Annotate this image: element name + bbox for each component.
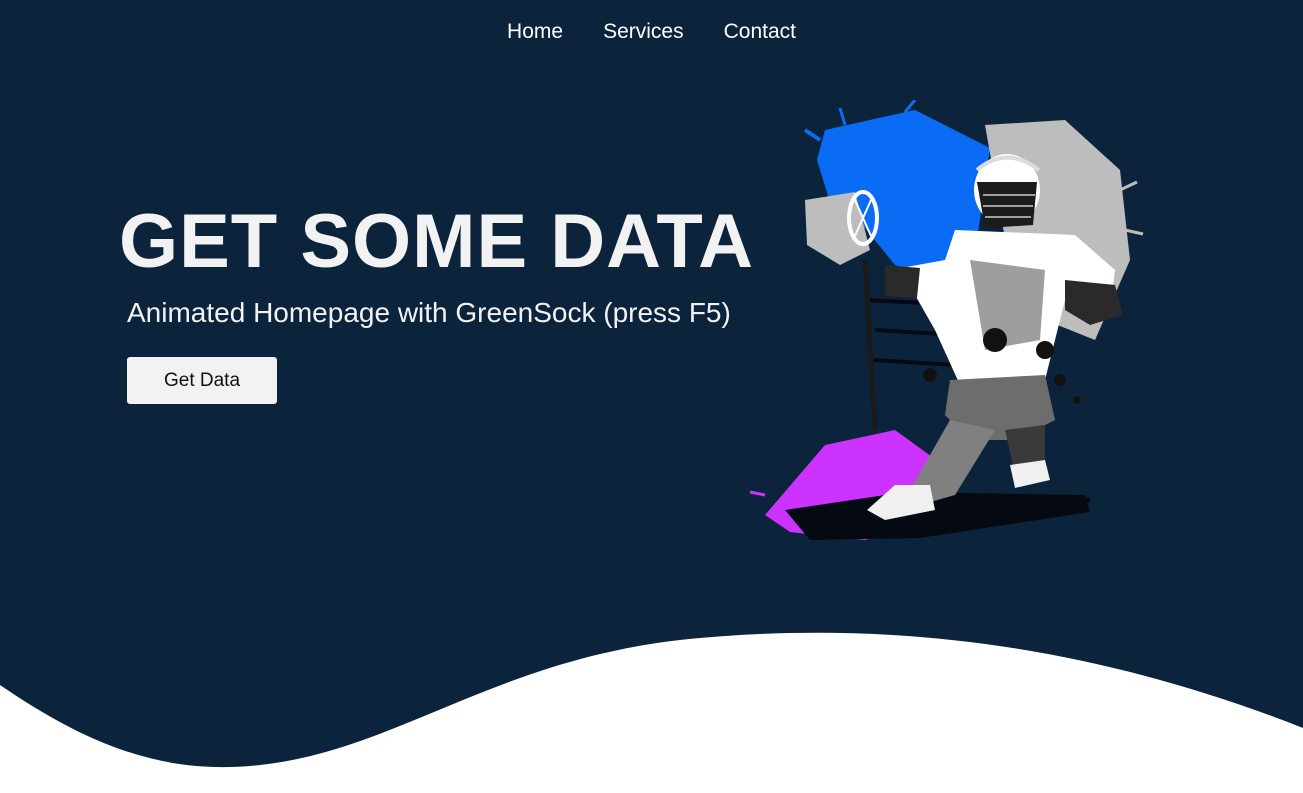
get-data-button[interactable]: Get Data	[127, 357, 277, 404]
lacrosse-player-illustration	[749, 100, 1144, 540]
nav-link-home[interactable]: Home	[507, 18, 563, 46]
hero-page: Home Services Contact GET SOME DATA Anim…	[0, 0, 1303, 793]
bottom-wave-divider	[0, 632, 1303, 793]
hero-title: GET SOME DATA	[119, 199, 755, 284]
nav-link-contact[interactable]: Contact	[724, 18, 796, 46]
nav-link-services[interactable]: Services	[603, 18, 684, 46]
hero-subtitle: Animated Homepage with GreenSock (press …	[127, 297, 731, 328]
top-nav: Home Services Contact	[0, 18, 1303, 46]
